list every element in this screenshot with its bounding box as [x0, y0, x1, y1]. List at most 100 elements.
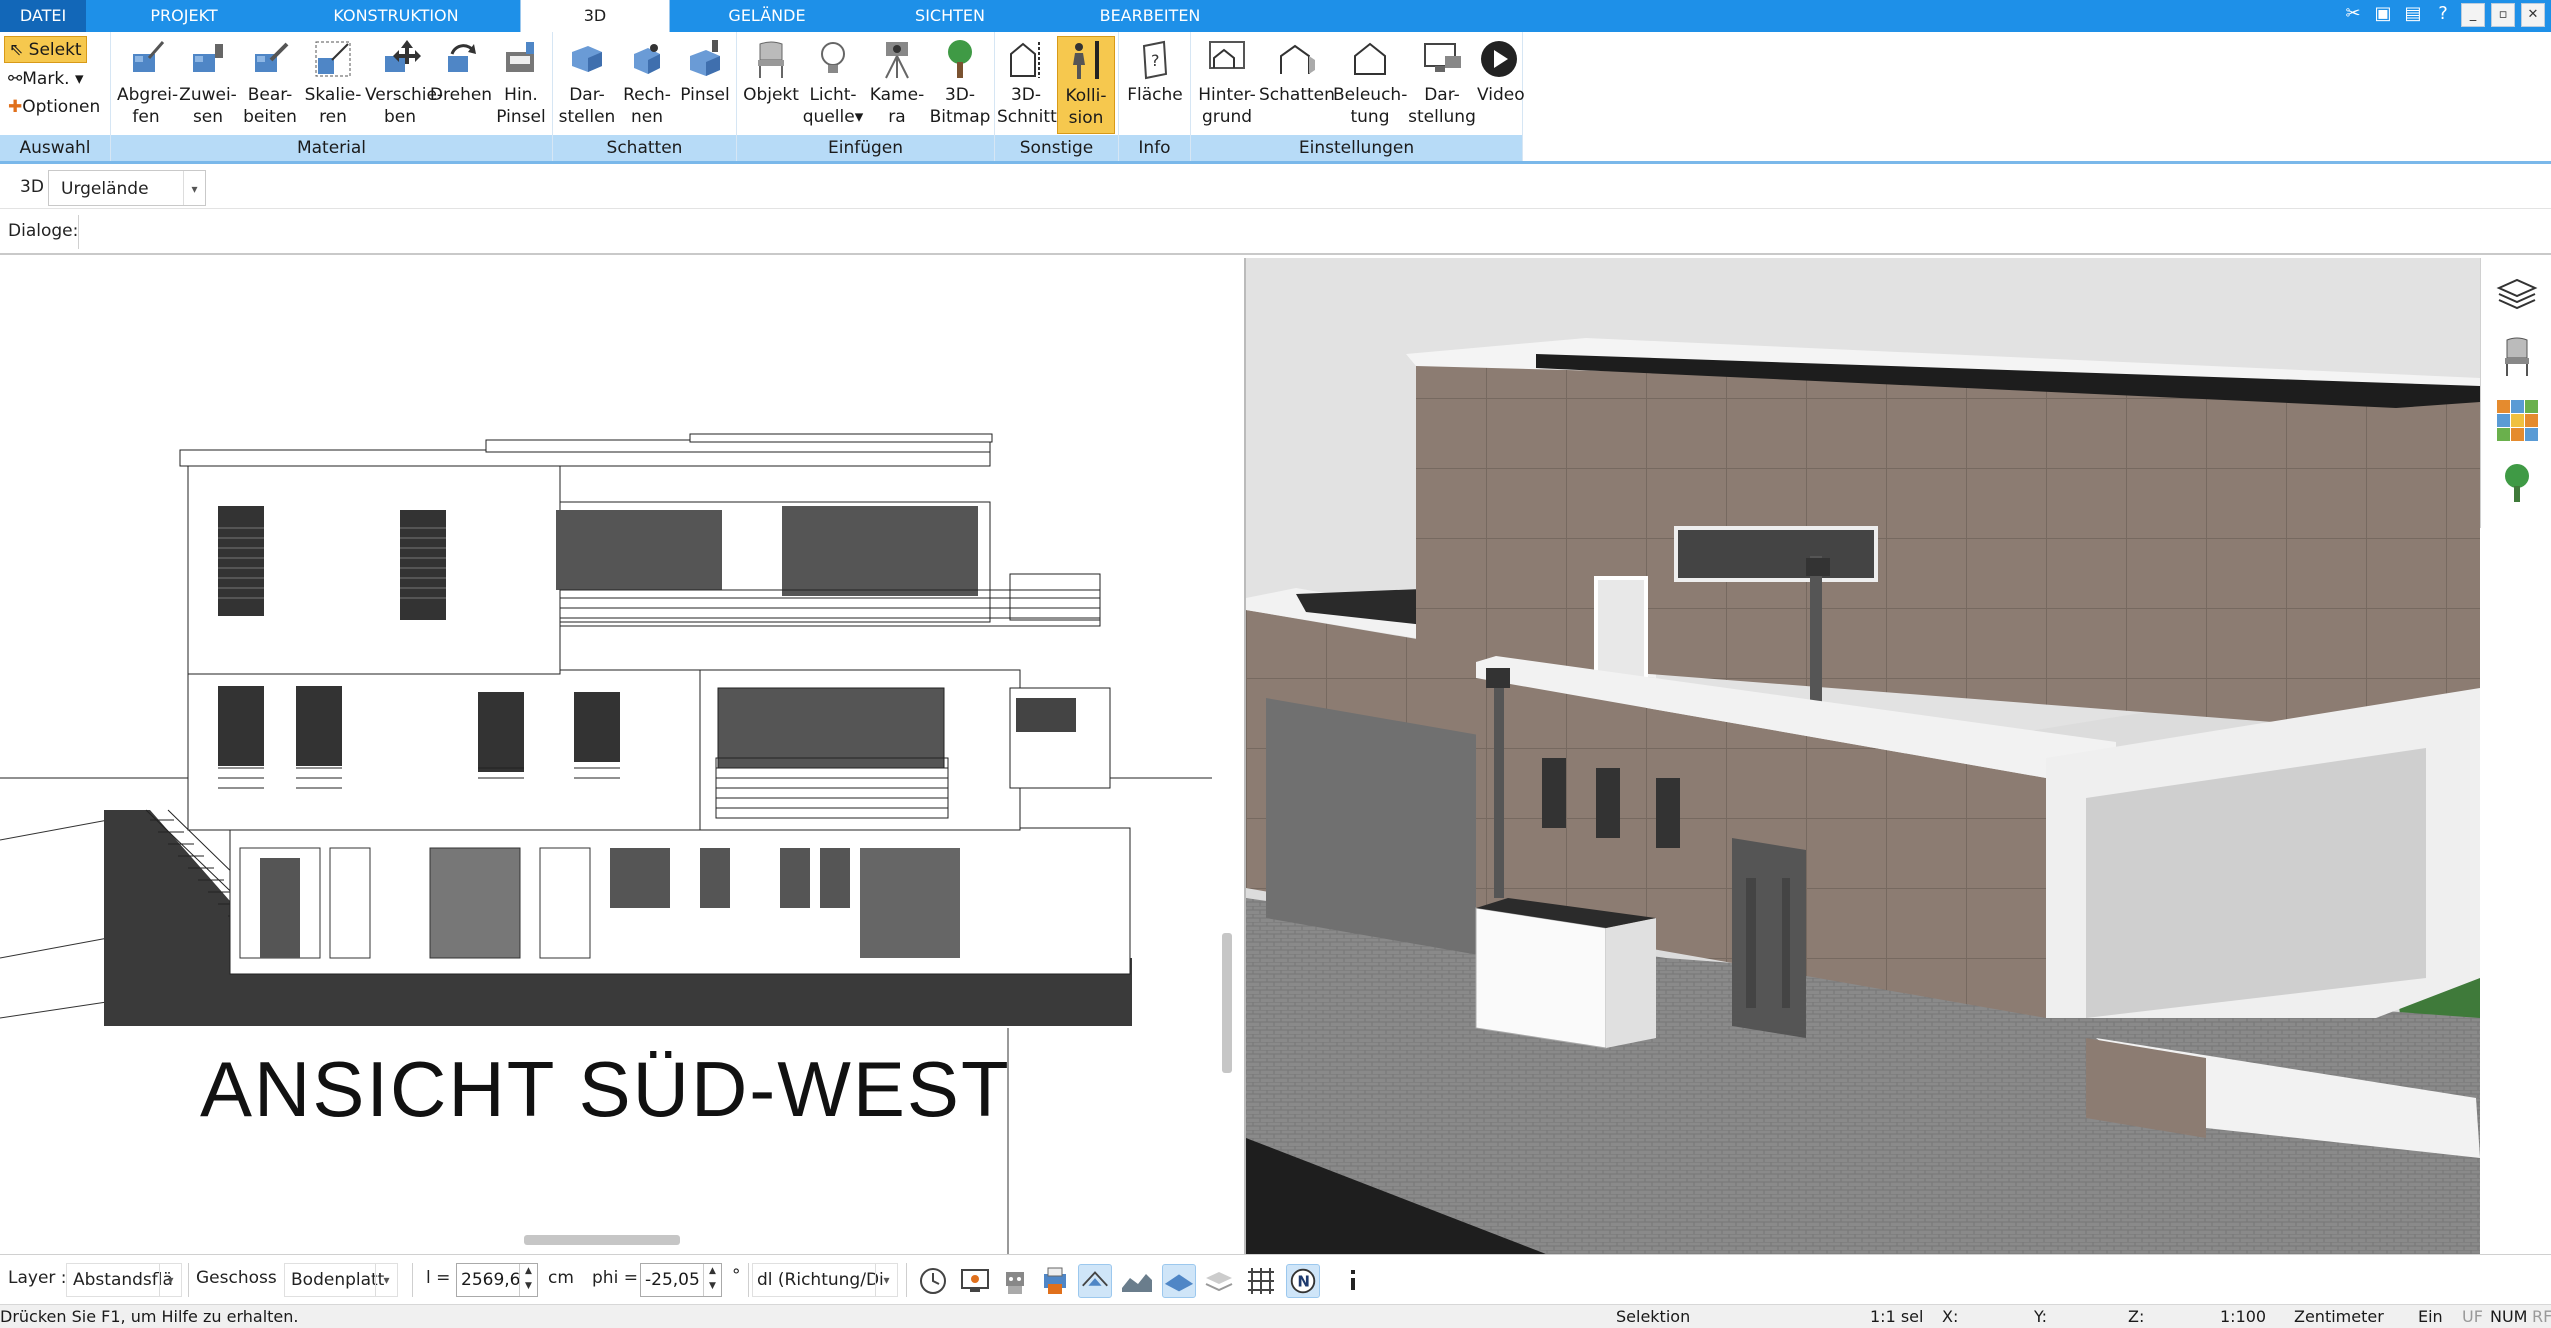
bearbeiten-button[interactable]: Bear-beiten — [241, 36, 299, 134]
schatten-settings-button[interactable]: Schatten — [1259, 36, 1335, 134]
tab-gelaende[interactable]: GELÄNDE — [700, 0, 834, 32]
lichtquelle-button[interactable]: Licht-quelle▾ — [801, 36, 865, 134]
beleuchtung-button[interactable]: Beleuch-tung — [1333, 36, 1407, 134]
schatten-darstellen-label-2: stellen — [558, 107, 616, 127]
minimize-button[interactable]: _ — [2461, 3, 2485, 27]
beleuchtung-label-2: tung — [1350, 107, 1390, 127]
schnitt-3d-label-1: 3D- — [1010, 85, 1042, 105]
status-selection: 1:1 sel — [1870, 1307, 1924, 1326]
collision-icon — [1073, 41, 1099, 79]
tab-sichten[interactable]: SICHTEN — [880, 0, 1020, 32]
roof-icon[interactable] — [1078, 1264, 1112, 1298]
monitor-icon[interactable] — [958, 1264, 992, 1298]
grid-icon[interactable] — [1244, 1264, 1278, 1298]
length-input[interactable]: 2569,6 ▲ ▼ — [456, 1263, 538, 1297]
verschieben-button[interactable]: Verschie-ben — [365, 36, 443, 134]
abgreifen-button[interactable]: Abgrei-fen — [117, 36, 178, 134]
horizontal-scrollbar[interactable] — [524, 1235, 680, 1245]
help-icon[interactable]: ? — [2431, 3, 2455, 27]
chevron-down-icon: ▾ — [375, 1264, 397, 1296]
toolbar-icon[interactable]: ▣ — [2371, 3, 2395, 27]
vertical-scrollbar[interactable] — [1222, 933, 1232, 1073]
group-label-einfuegen: Einfügen — [737, 135, 994, 161]
tree-icon[interactable] — [2495, 460, 2539, 504]
materials-icon[interactable] — [2495, 398, 2539, 442]
geschoss-select[interactable]: Bodenplatt ▾ — [284, 1263, 398, 1297]
terrain-select-value: Urgelände — [61, 179, 149, 199]
terrain-select[interactable]: Urgelände ▾ — [48, 170, 206, 206]
status-x: X: — [1942, 1307, 1959, 1326]
robot-icon[interactable] — [998, 1264, 1032, 1298]
group-info: ? Fläche Info — [1119, 32, 1191, 161]
divider — [906, 1263, 907, 1297]
tab-konstruktion[interactable]: KONSTRUKTION — [300, 0, 492, 32]
spinner-icon[interactable]: ▲ ▼ — [519, 1264, 537, 1296]
schatten-rechnen-button[interactable]: Rech-nen — [617, 36, 677, 134]
terrain-icon[interactable] — [1120, 1264, 1154, 1298]
layer-select[interactable]: Abstandsflä ▾ — [66, 1263, 182, 1297]
status-mode: Selektion — [1616, 1307, 1691, 1326]
schatten-darstellen-label-1: Dar- — [569, 85, 605, 105]
display-icon — [1424, 43, 1461, 72]
schatten-pinsel-button[interactable]: Pinsel — [677, 36, 733, 134]
darstellung-button[interactable]: Dar-stellung — [1407, 36, 1477, 134]
schatten-pinsel-label-1: Pinsel — [680, 85, 730, 105]
layers-stack-icon[interactable] — [1202, 1264, 1236, 1298]
north-icon[interactable]: N — [1286, 1264, 1320, 1298]
printer-icon[interactable] — [1038, 1264, 1072, 1298]
house-shadow-icon — [1280, 44, 1315, 74]
tab-3d[interactable]: 3D — [520, 0, 670, 32]
hin-pinsel-label-1: Hin. — [504, 85, 538, 105]
zuweisen-button[interactable]: Zuwei-sen — [179, 36, 237, 134]
3d-view[interactable] — [1246, 258, 2480, 1254]
chevron-down-icon: ▾ — [875, 1264, 897, 1296]
more-icon[interactable] — [1336, 1264, 1370, 1298]
objekt-button[interactable]: Objekt — [741, 36, 801, 134]
kollision-button[interactable]: Kolli-sion — [1057, 36, 1115, 134]
skalieren-button[interactable]: Skalie-ren — [303, 36, 363, 134]
layers-icon[interactable] — [2495, 272, 2539, 316]
maximize-button[interactable]: ▫ — [2491, 3, 2515, 27]
close-button[interactable]: ✕ — [2521, 3, 2545, 27]
bulb-icon — [821, 42, 845, 73]
spinner-icon[interactable]: ▲ ▼ — [703, 1264, 721, 1296]
bearbeiten-label-1: Bear- — [247, 85, 293, 105]
svg-text:?: ? — [1151, 51, 1160, 70]
kamera-button[interactable]: Kame-ra — [867, 36, 927, 134]
plane-icon[interactable] — [1162, 1264, 1196, 1298]
lighting-icon — [1354, 42, 1386, 75]
group-label-material: Material — [111, 135, 552, 161]
tab-datei[interactable]: DATEI — [0, 0, 86, 32]
layout-icon[interactable]: ▤ — [2401, 3, 2425, 27]
darstellung-label-1: Dar- — [1424, 85, 1460, 105]
status-scale: 1:100 — [2220, 1307, 2267, 1326]
status-ein: Ein — [2418, 1307, 2443, 1326]
tools-icon[interactable]: ✂ — [2341, 3, 2365, 27]
video-button[interactable]: Video — [1477, 36, 1525, 134]
section-icon — [1010, 42, 1040, 78]
dl-select[interactable]: dl (Richtung/Di ▾ — [752, 1263, 898, 1297]
view-toolbar: 3D Urgelände ▾ — [0, 167, 2551, 209]
schatten-rechnen-label-2: nen — [630, 107, 663, 127]
drehen-button[interactable]: Drehen — [429, 36, 493, 134]
abgreifen-label-2: fen — [132, 107, 160, 127]
elevation-view[interactable]: ANSICHT SÜD-WEST — [0, 258, 1244, 1254]
chair-icon[interactable] — [2495, 334, 2539, 378]
options-button[interactable]: ✚Optionen — [4, 94, 104, 121]
select-button[interactable]: ⇖ Selekt — [4, 36, 87, 63]
kollision-label-2: sion — [1068, 108, 1104, 128]
schnitt-3d-button[interactable]: 3D- Schnitt — [997, 36, 1057, 134]
bitmap-3d-button[interactable]: 3D- Bitmap — [929, 36, 991, 134]
hintergrund-button[interactable]: Hinter-grund — [1195, 36, 1259, 134]
ribbon: ⇖ Selekt ⚯Mark. ▾ ✚Optionen Auswahl Abgr… — [0, 32, 2551, 164]
hin-pinsel-button[interactable]: Hin. Pinsel — [493, 36, 549, 134]
tab-bearbeiten[interactable]: BEARBEITEN — [1040, 0, 1260, 32]
phi-input[interactable]: -25,05 ▲ ▼ — [640, 1263, 722, 1297]
group-label-info: Info — [1119, 135, 1190, 161]
tab-projekt[interactable]: PROJEKT — [118, 0, 250, 32]
clock-icon[interactable] — [916, 1264, 950, 1298]
group-sonstige: 3D- Schnitt Kolli-sion Sonstige — [995, 32, 1119, 161]
schatten-darstellen-button[interactable]: Dar-stellen — [557, 36, 617, 134]
flaeche-button[interactable]: ? Fläche — [1123, 36, 1187, 134]
mark-button[interactable]: ⚯Mark. ▾ — [4, 66, 88, 93]
